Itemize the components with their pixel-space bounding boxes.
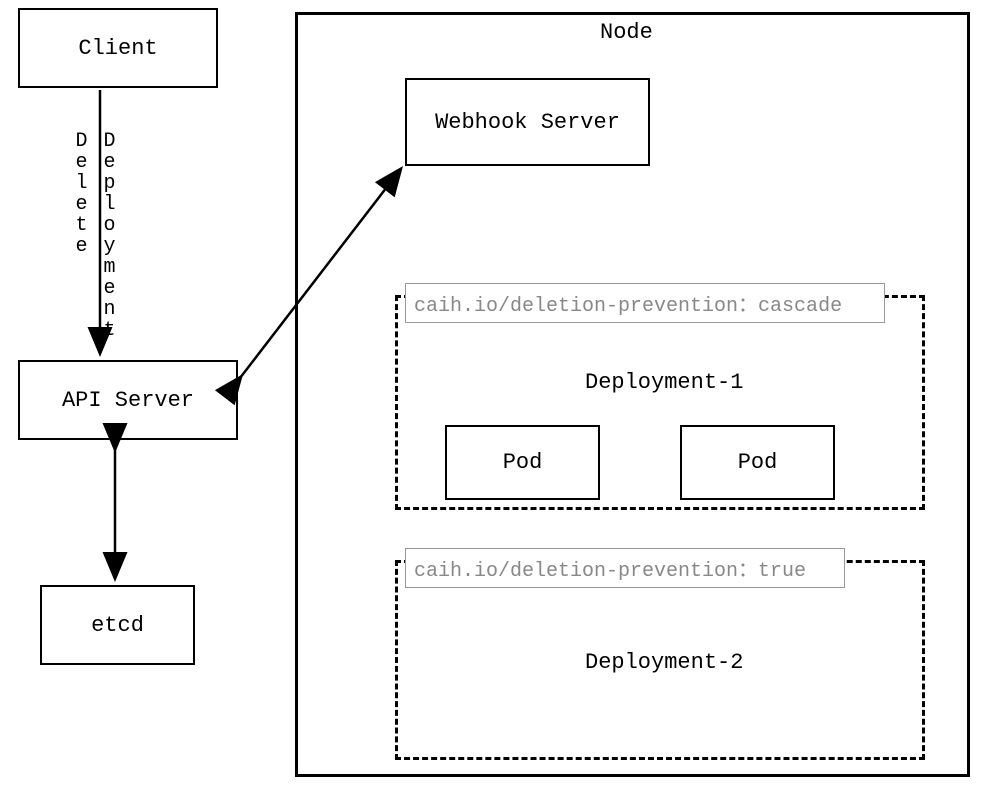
diagram-canvas: Client API Server etcd Node Webhook Serv… bbox=[0, 0, 1000, 792]
delete-edge-label: Delete bbox=[70, 130, 92, 256]
arrows-layer bbox=[0, 0, 1000, 792]
api-to-webhook-arrow bbox=[240, 170, 400, 378]
deployment-edge-label: Deployment bbox=[98, 130, 120, 340]
